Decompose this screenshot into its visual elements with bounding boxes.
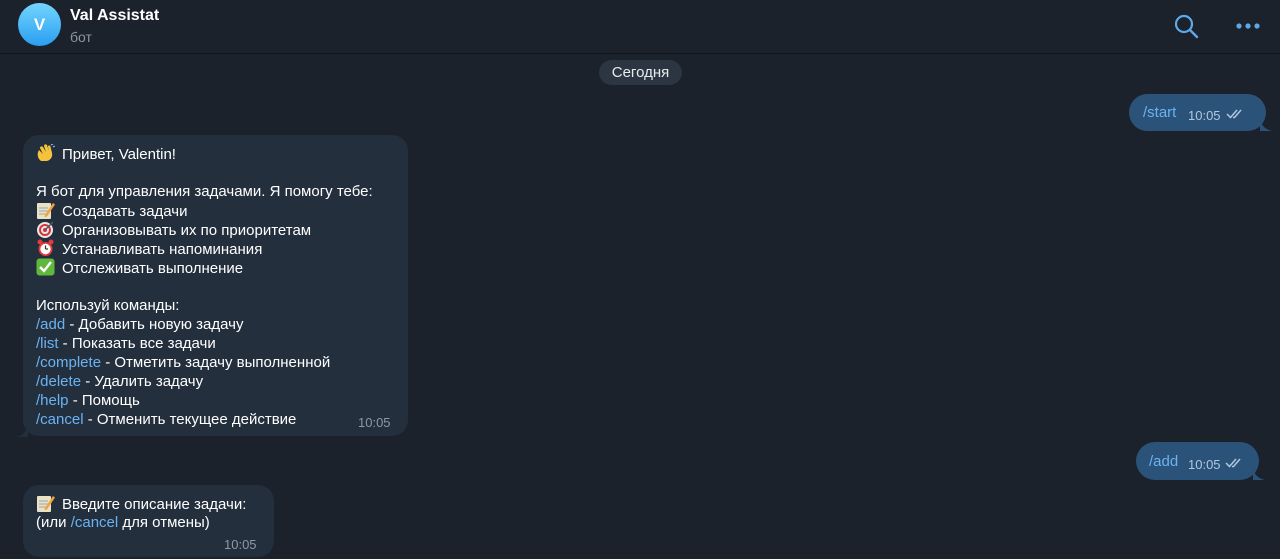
more-button[interactable] [1233, 11, 1263, 41]
check-mark-button-icon [36, 258, 55, 276]
command-desc: - Показать все задачи [58, 335, 216, 352]
message-time: 10:05 [358, 415, 391, 430]
command-item: /cancel - Отменить текущее действие [36, 410, 395, 429]
feature-item: Отслеживать выполнение [36, 258, 395, 277]
incoming-message[interactable]: Привет, Valentin! Я бот для управления з… [23, 135, 408, 436]
command-link[interactable]: /help [36, 392, 69, 409]
message-line: (или /cancel для отмены) [36, 513, 261, 532]
alarm-clock-icon [36, 239, 55, 257]
outgoing-message[interactable]: /add 10:05 [1136, 442, 1259, 480]
command-item: /delete - Удалить задачу [36, 372, 395, 391]
command-link[interactable]: /cancel [36, 411, 84, 428]
search-button[interactable] [1171, 11, 1201, 41]
message-time: 10:05 [1188, 108, 1221, 123]
feature-text: Устанавливать напоминания [62, 241, 263, 258]
chat-title[interactable]: Val Assistat [70, 7, 159, 25]
command-desc: - Добавить новую задачу [65, 316, 244, 333]
prompt-text: Введите описание задачи: [62, 496, 247, 513]
more-dots-icon [1236, 23, 1260, 29]
command-desc: - Отметить задачу выполненной [101, 354, 331, 371]
bubble-tail [1253, 466, 1265, 480]
command-item: /list - Показать все задачи [36, 334, 395, 353]
feature-text: Отслеживать выполнение [62, 260, 244, 277]
command-item: /help - Помощь [36, 391, 395, 410]
message-command-link[interactable]: /start [1143, 103, 1176, 122]
command-item: /add - Добавить новую задачу [36, 315, 395, 334]
commands-title: Используй команды: [36, 297, 180, 314]
command-link[interactable]: /cancel [71, 514, 119, 531]
waving-hand-icon [36, 143, 56, 162]
greeting-text: Привет, Valentin! [62, 146, 176, 163]
avatar[interactable]: V [18, 3, 61, 46]
incoming-message[interactable]: Введите описание задачи: (или /cancel дл… [23, 485, 274, 557]
bubble-tail [1260, 117, 1272, 131]
memo-icon [36, 201, 55, 219]
command-link[interactable]: /delete [36, 373, 81, 390]
message-command-link[interactable]: /add [1149, 452, 1178, 471]
command-link[interactable]: /list [36, 335, 59, 352]
command-desc: - Помощь [68, 392, 140, 409]
search-icon [1174, 14, 1199, 39]
message-line: Привет, Valentin! [36, 143, 395, 163]
prompt-suffix: для отмены) [118, 514, 210, 531]
memo-icon [36, 494, 55, 512]
command-item: /complete - Отметить задачу выполненной [36, 353, 395, 372]
feature-item: Организовывать их по приоритетам [36, 220, 395, 239]
feature-text: Организовывать их по приоритетам [62, 222, 312, 239]
intro-text: Я бот для управления задачами. Я помогу … [36, 183, 373, 200]
feature-item: Создавать задачи [36, 201, 395, 220]
double-check-icon [1226, 109, 1242, 119]
message-time: 10:05 [1188, 457, 1221, 472]
feature-item: Устанавливать напоминания [36, 239, 395, 258]
date-separator: Сегодня [599, 60, 682, 85]
command-desc: - Удалить задачу [81, 373, 204, 390]
message-time: 10:05 [224, 537, 257, 552]
chat-status: бот [70, 29, 92, 45]
command-link[interactable]: /complete [36, 354, 101, 371]
command-link[interactable]: /add [36, 316, 65, 333]
outgoing-message[interactable]: /start 10:05 [1129, 94, 1266, 131]
chat-header: V Val Assistat бот [0, 0, 1280, 54]
command-desc: - Отменить текущее действие [83, 411, 297, 428]
bubble-tail [16, 423, 28, 437]
direct-hit-icon [36, 220, 55, 238]
double-check-icon [1225, 458, 1241, 468]
message-line: Введите описание задачи: [36, 494, 261, 513]
prompt-prefix: (или [36, 514, 71, 531]
feature-text: Создавать задачи [62, 203, 188, 220]
